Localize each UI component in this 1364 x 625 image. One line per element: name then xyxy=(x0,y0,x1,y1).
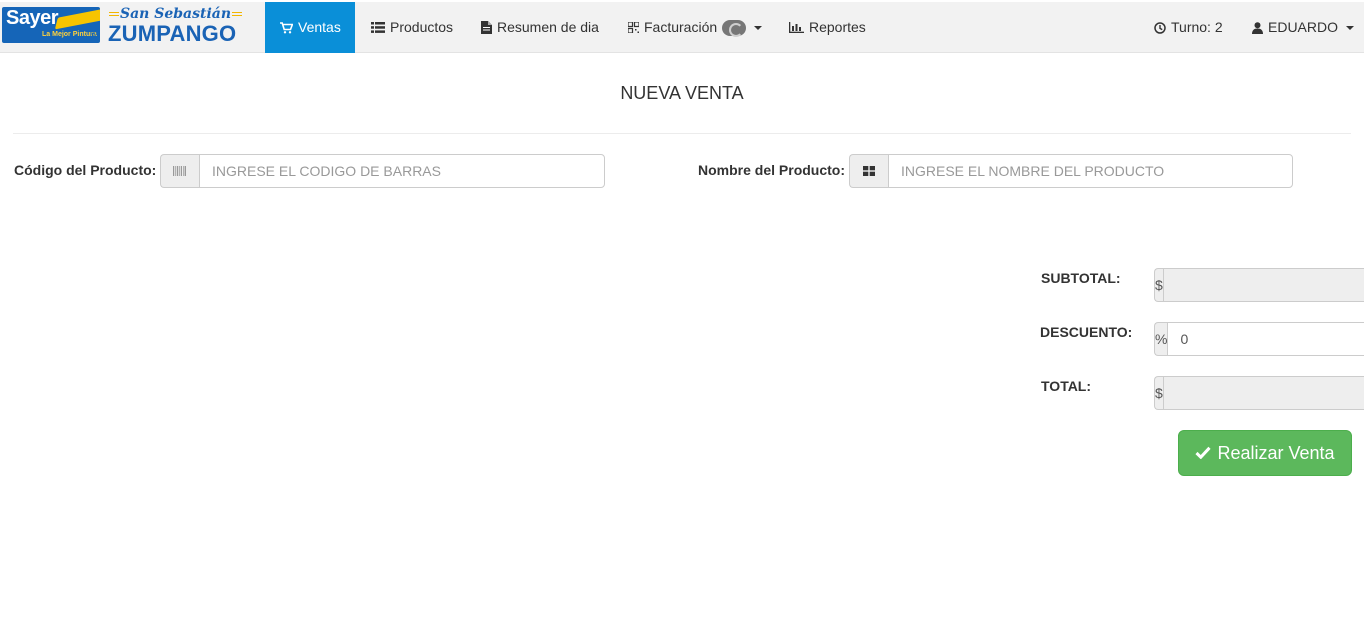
codigo-input-group xyxy=(160,154,605,188)
nav-facturacion-label: Facturación xyxy=(644,19,718,35)
nav-resumen-label: Resumen de dia xyxy=(497,19,599,35)
nav-facturacion[interactable]: Facturación xyxy=(613,2,777,53)
bar-chart-icon xyxy=(789,22,804,33)
nombre-input-group xyxy=(849,154,1293,188)
divider xyxy=(13,133,1351,134)
subtotal-field xyxy=(1162,268,1364,302)
nav-ventas[interactable]: Ventas xyxy=(265,2,355,53)
subtotal-label: SUBTOTAL: xyxy=(1041,270,1121,286)
realizar-venta-label: Realizar Venta xyxy=(1217,442,1335,463)
nav-resumen[interactable]: Resumen de dia xyxy=(466,2,614,53)
nav-reportes-label: Reportes xyxy=(809,19,866,35)
nav-productos-label: Productos xyxy=(390,19,454,35)
navbar: Sayer La Mejor Pintura ® San Sebastián Z… xyxy=(0,2,1364,53)
clock-icon xyxy=(1154,21,1166,34)
page-title: NUEVA VENTA xyxy=(620,83,744,103)
loading-badge xyxy=(722,19,747,37)
nav-ventas-label: Ventas xyxy=(298,19,341,35)
shopping-cart-icon xyxy=(280,21,293,34)
brand-logo[interactable]: Sayer La Mejor Pintura ® San Sebastián Z… xyxy=(2,5,243,49)
codigo-label: Código del Producto: xyxy=(14,162,157,178)
descuento-input-group: % xyxy=(1154,322,1364,356)
total-label: TOTAL: xyxy=(1041,378,1092,394)
nav-reportes[interactable]: Reportes xyxy=(774,2,881,53)
sayer-wordmark: Sayer xyxy=(6,7,59,29)
sayer-tagline: La Mejor Pintura xyxy=(42,31,97,38)
realizar-venta-button[interactable]: Realizar Venta xyxy=(1178,430,1352,476)
percent-addon: % xyxy=(1154,322,1168,356)
nav-turno[interactable]: Turno: 2 xyxy=(1139,2,1238,53)
nav-user-menu[interactable]: EDUARDO xyxy=(1237,2,1364,53)
user-icon xyxy=(1252,21,1263,34)
nav-productos[interactable]: Productos xyxy=(356,2,468,53)
nav-user-label: EDUARDO xyxy=(1268,19,1339,35)
descuento-field[interactable] xyxy=(1167,322,1364,356)
file-icon xyxy=(481,21,492,34)
descuento-label: DESCUENTO: xyxy=(1040,324,1133,340)
check-icon xyxy=(1195,443,1212,464)
store-name-line1: San Sebastián xyxy=(108,6,243,22)
total-field xyxy=(1162,376,1364,410)
total-input-group: $ xyxy=(1154,376,1364,410)
barcode-icon xyxy=(160,154,199,188)
store-name-line2: ZUMPANGO xyxy=(108,21,237,46)
dollar-addon: $ xyxy=(1154,376,1163,410)
chevron-down-icon xyxy=(1346,25,1355,30)
chevron-down-icon xyxy=(754,25,763,30)
list-icon xyxy=(371,22,385,33)
subtotal-input-group: $ xyxy=(1154,268,1364,302)
registered-mark: ® xyxy=(91,29,97,38)
nombre-label: Nombre del Producto: xyxy=(698,162,846,178)
nav-turno-label: Turno: 2 xyxy=(1171,19,1223,35)
dollar-addon: $ xyxy=(1154,268,1163,302)
sayer-logo: Sayer La Mejor Pintura xyxy=(2,7,100,43)
codigo-barras-input[interactable] xyxy=(199,154,605,188)
grid-icon xyxy=(849,154,888,188)
qrcode-icon xyxy=(628,22,639,33)
nombre-producto-input[interactable] xyxy=(888,154,1293,188)
